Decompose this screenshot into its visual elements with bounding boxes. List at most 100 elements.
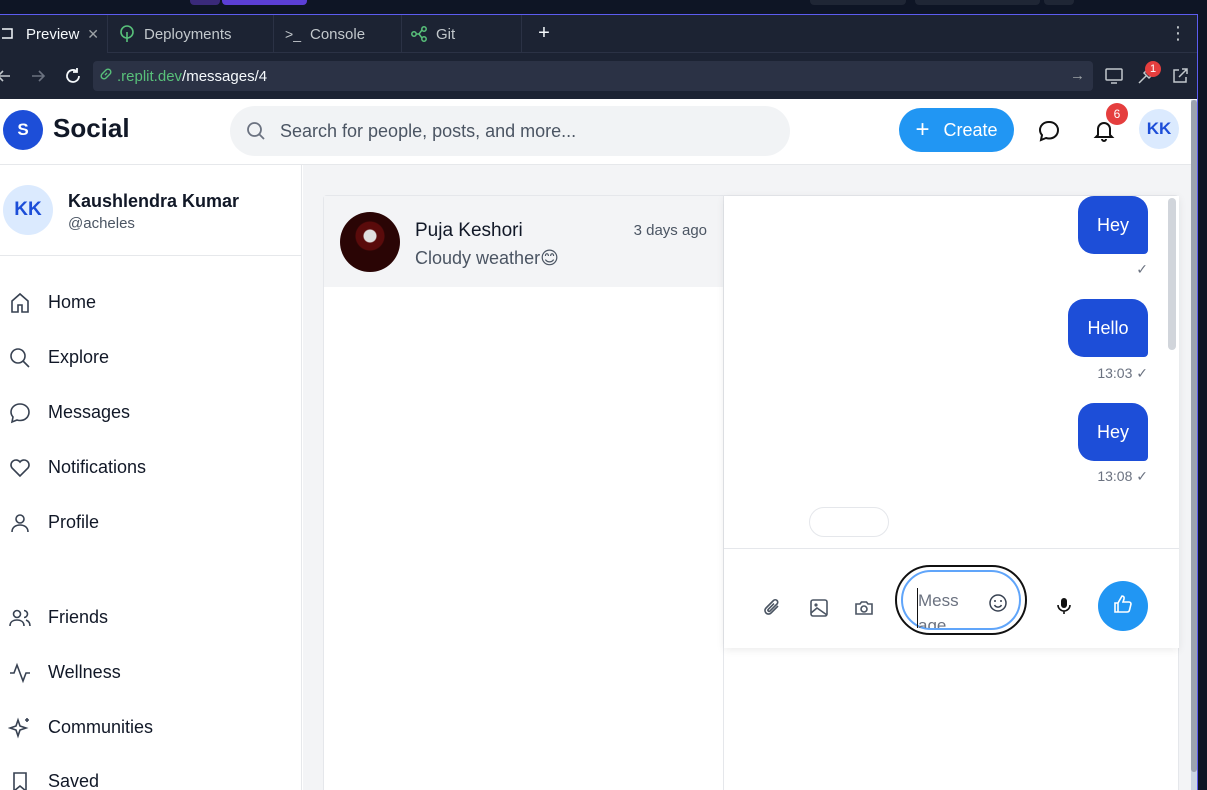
message-meta: ✓ <box>1136 261 1148 278</box>
link-icon <box>99 67 113 85</box>
url-field[interactable]: .replit.dev/messages/4 → <box>93 61 1093 91</box>
open-external-icon[interactable] <box>1170 66 1190 86</box>
message-bubble[interactable]: Hey <box>1078 196 1148 254</box>
contact-avatar <box>340 212 400 272</box>
users-icon <box>8 606 32 630</box>
read-check-icon: ✓ <box>1136 468 1148 484</box>
sidebar-item-label: Communities <box>48 717 154 737</box>
tab-label: Console <box>310 25 366 43</box>
user-icon <box>8 511 32 535</box>
chat-icon[interactable] <box>1036 118 1062 144</box>
sidebar-item-label: Notifications <box>48 457 147 477</box>
message-composer <box>724 548 1179 648</box>
conversation-preview: Cloudy weather😊 <box>415 248 559 268</box>
app-header: S Social + Create 6 KK <box>0 99 1197 165</box>
terminal-icon: >_ <box>285 26 301 42</box>
sidebar-item-home[interactable]: Home <box>0 283 300 323</box>
more-options-icon[interactable]: ⋮ <box>1169 23 1187 44</box>
os-top-strip <box>0 0 1207 14</box>
conversation-item[interactable]: Puja Keshori 3 days ago Cloudy weather😊 <box>324 196 723 287</box>
message-icon <box>8 401 32 425</box>
sidebar-item-profile[interactable]: Profile <box>0 503 300 543</box>
heart-icon <box>8 456 32 480</box>
camera-icon[interactable] <box>853 597 875 619</box>
sidebar-item-friends[interactable]: Friends <box>0 598 300 638</box>
tab-label: Deployments <box>144 25 232 43</box>
contact-name: Puja Keshori <box>415 220 523 241</box>
tab-console[interactable]: >_ Console <box>274 15 402 53</box>
strip-pill-active <box>222 0 307 5</box>
paperclip-icon[interactable] <box>762 597 784 619</box>
tab-deployments[interactable]: Deployments <box>108 15 274 53</box>
sidebar-item-label: Friends <box>48 607 109 627</box>
search-input[interactable] <box>280 106 770 156</box>
chat-scrollbar[interactable] <box>1168 198 1176 350</box>
strip-pill <box>915 0 1040 5</box>
message-input-wrapper[interactable] <box>901 570 1021 630</box>
reload-icon[interactable] <box>63 66 83 86</box>
sidebar-item-label: Profile <box>48 512 100 532</box>
thumbs-up-icon <box>1112 593 1134 620</box>
sidebar-item-saved[interactable]: Saved <box>0 762 300 790</box>
tab-git[interactable]: Git <box>402 15 522 53</box>
microphone-icon[interactable] <box>1053 595 1075 617</box>
devices-icon[interactable] <box>1104 66 1124 86</box>
message-input[interactable] <box>917 588 967 628</box>
image-icon[interactable] <box>808 597 830 619</box>
go-arrow-icon[interactable]: → <box>1070 67 1085 84</box>
sidebar-item-notifications[interactable]: Notifications <box>0 448 300 488</box>
sidebar-item-explore[interactable]: Explore <box>0 338 300 378</box>
search-icon <box>246 121 266 146</box>
message-bubble[interactable]: Hello <box>1068 299 1148 357</box>
sparkles-icon <box>7 716 32 740</box>
sidebar-item-wellness[interactable]: Wellness <box>0 653 300 693</box>
message-input-focus-ring <box>895 565 1027 635</box>
tab-bar: Preview ✕ Deployments >_ Console Git + ⋮ <box>0 15 1197 53</box>
create-label: Create <box>943 119 998 140</box>
logo-badge[interactable]: S <box>3 110 43 150</box>
create-button[interactable]: + Create <box>899 108 1014 152</box>
forward-icon[interactable] <box>28 66 48 86</box>
sidebar-item-communities[interactable]: Communities <box>0 708 300 748</box>
strip-pill <box>1044 0 1074 5</box>
profile-name[interactable]: Kaushlendra Kumar <box>68 191 239 212</box>
close-icon[interactable]: ✕ <box>87 26 99 43</box>
sidebar-item-label: Explore <box>48 347 110 367</box>
sidebar-item-messages[interactable]: Messages <box>0 393 300 433</box>
tools-badge: 1 <box>1145 61 1161 77</box>
message-bubble[interactable]: Hey <box>1078 403 1148 461</box>
page-scrollbar[interactable] <box>1191 100 1197 790</box>
emoji-icon[interactable] <box>987 592 1009 614</box>
bookmark-icon <box>8 770 32 790</box>
user-avatar[interactable]: KK <box>1139 109 1179 149</box>
tab-label: Git <box>436 25 456 43</box>
strip-pill <box>190 0 220 5</box>
add-tab-button[interactable]: + <box>532 21 556 45</box>
sidebar: KK Kaushlendra Kumar @acheles Home Explo… <box>0 165 302 790</box>
tab-preview[interactable]: Preview ✕ <box>0 15 108 53</box>
strip-pill <box>810 0 906 5</box>
back-icon[interactable] <box>0 66 14 86</box>
sidebar-item-label: Saved <box>48 771 100 790</box>
message-time: 13:03 <box>1097 365 1133 381</box>
message-list[interactable]: Hey ✓ Hello 13:03 ✓ Hey 13:08 ✓ <box>724 196 1179 548</box>
page-scrollbar-thumb[interactable] <box>1191 100 1197 772</box>
profile-avatar[interactable]: KK <box>3 185 53 235</box>
main-content: Puja Keshori 3 days ago Cloudy weather😊 … <box>303 165 1197 790</box>
tab-label: Preview <box>26 25 80 43</box>
sidebar-item-label: Messages <box>48 402 131 422</box>
messages-panel: Puja Keshori 3 days ago Cloudy weather😊 … <box>323 195 1179 790</box>
like-send-button[interactable] <box>1098 581 1148 631</box>
conversation-list: Puja Keshori 3 days ago Cloudy weather😊 <box>324 196 724 790</box>
activity-icon <box>8 661 32 685</box>
search-icon <box>8 346 32 370</box>
app-name[interactable]: Social <box>53 113 130 144</box>
url-bar: .replit.dev/messages/4 → 1 <box>0 53 1197 99</box>
read-check-icon: ✓ <box>1136 365 1148 381</box>
chat-window: Hey ✓ Hello 13:03 ✓ Hey 13:08 ✓ <box>724 196 1179 648</box>
sidebar-item-label: Wellness <box>48 662 121 682</box>
sidebar-item-label: Home <box>48 292 97 312</box>
incoming-bubble-partial <box>809 507 889 537</box>
message-time: 13:08 <box>1097 468 1133 484</box>
search-bar[interactable] <box>230 106 790 156</box>
